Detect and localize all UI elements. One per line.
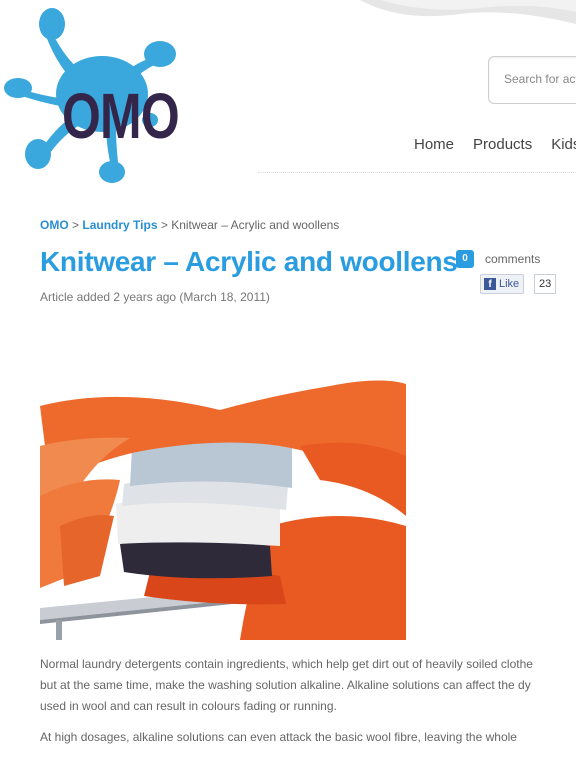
paragraph-line: Normal laundry detergents contain ingred… (40, 657, 533, 671)
knitwear-stack-image (40, 376, 406, 640)
breadcrumb-separator: > (160, 218, 168, 232)
logo-text: OMO (62, 80, 180, 152)
comments-link[interactable]: comments (485, 252, 540, 266)
nav-kids[interactable]: Kids (551, 136, 576, 153)
article-date: Article added 2 years ago (March 18, 201… (40, 290, 270, 304)
paragraph-line: At high dosages, alkaline solutions can … (40, 730, 517, 744)
main-nav: Home Products Kids (414, 136, 576, 153)
search-input[interactable] (502, 71, 576, 87)
facebook-like-button[interactable]: f Like (480, 274, 525, 294)
paragraph-line: used in wool and can result in colours f… (40, 699, 337, 713)
article-body: Normal laundry detergents contain ingred… (40, 654, 576, 758)
breadcrumb-separator: > (72, 218, 80, 232)
breadcrumb-section-link[interactable]: Laundry Tips (82, 218, 157, 232)
like-count: 23 (534, 274, 557, 294)
omo-logo[interactable]: OMO (0, 2, 210, 184)
paragraph-line: but at the same time, make the washing s… (40, 678, 531, 692)
header-swoosh-decoration (360, 0, 576, 24)
facebook-icon: f (484, 278, 496, 290)
comment-count-badge[interactable]: 0 (456, 250, 474, 268)
nav-products[interactable]: Products (473, 136, 532, 153)
article-paragraph: Normal laundry detergents contain ingred… (40, 654, 576, 717)
nav-divider (258, 172, 576, 173)
article-paragraph: At high dosages, alkaline solutions can … (40, 727, 576, 748)
breadcrumb-root-link[interactable]: OMO (40, 218, 69, 232)
breadcrumb: OMO > Laundry Tips > Knitwear – Acrylic … (40, 218, 339, 232)
breadcrumb-current: Knitwear – Acrylic and woollens (171, 218, 340, 232)
search-box[interactable] (488, 56, 576, 104)
like-label: Like (499, 278, 520, 290)
page-title: Knitwear – Acrylic and woollens (40, 246, 458, 277)
nav-home[interactable]: Home (414, 136, 454, 153)
